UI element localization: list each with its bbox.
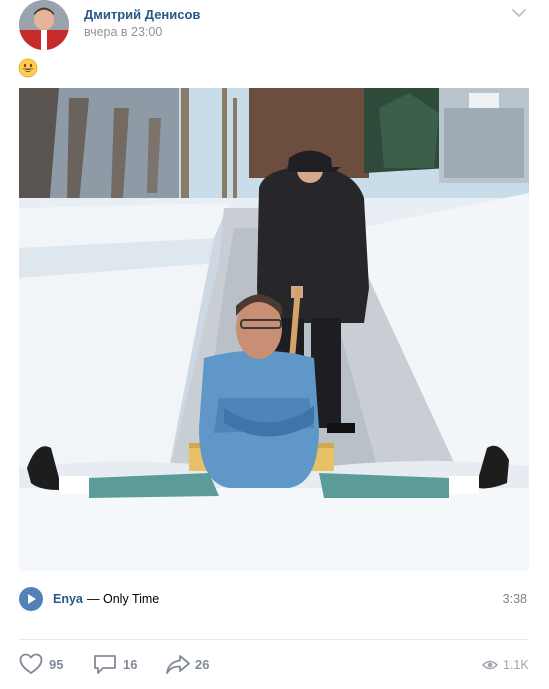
view-count: 1.1K: [503, 658, 529, 672]
views-counter: 1.1K: [482, 657, 532, 673]
audio-attachment: Enya — Only Time 3:38: [19, 587, 529, 613]
comment-icon: [94, 655, 116, 674]
actions-divider: [19, 639, 529, 640]
share-arrow-icon: [166, 655, 190, 674]
author-name[interactable]: Дмитрий Денисов: [84, 7, 200, 22]
audio-artist[interactable]: Enya: [53, 592, 83, 606]
like-count: 95: [49, 657, 64, 672]
comment-button[interactable]: 16: [93, 653, 153, 677]
play-button[interactable]: [19, 587, 43, 611]
like-button[interactable]: 95: [19, 653, 79, 677]
comment-count: 16: [123, 657, 138, 672]
eye-icon: [482, 660, 498, 670]
audio-separator: —: [87, 592, 100, 606]
play-icon: [28, 594, 36, 604]
author-avatar[interactable]: [19, 0, 69, 50]
post-photo[interactable]: [19, 88, 529, 571]
post-menu-chevron-icon[interactable]: [509, 5, 529, 21]
share-button[interactable]: 26: [165, 653, 225, 677]
grinning-face-emoji-icon: [18, 58, 38, 78]
heart-icon: [19, 653, 43, 674]
wall-post: Дмитрий Денисов вчера в 23:00 Enya — Onl…: [0, 0, 549, 689]
audio-title[interactable]: Only Time: [103, 592, 159, 606]
post-timestamp[interactable]: вчера в 23:00: [84, 25, 162, 39]
share-count: 26: [195, 657, 210, 672]
audio-duration: 3:38: [502, 592, 527, 606]
